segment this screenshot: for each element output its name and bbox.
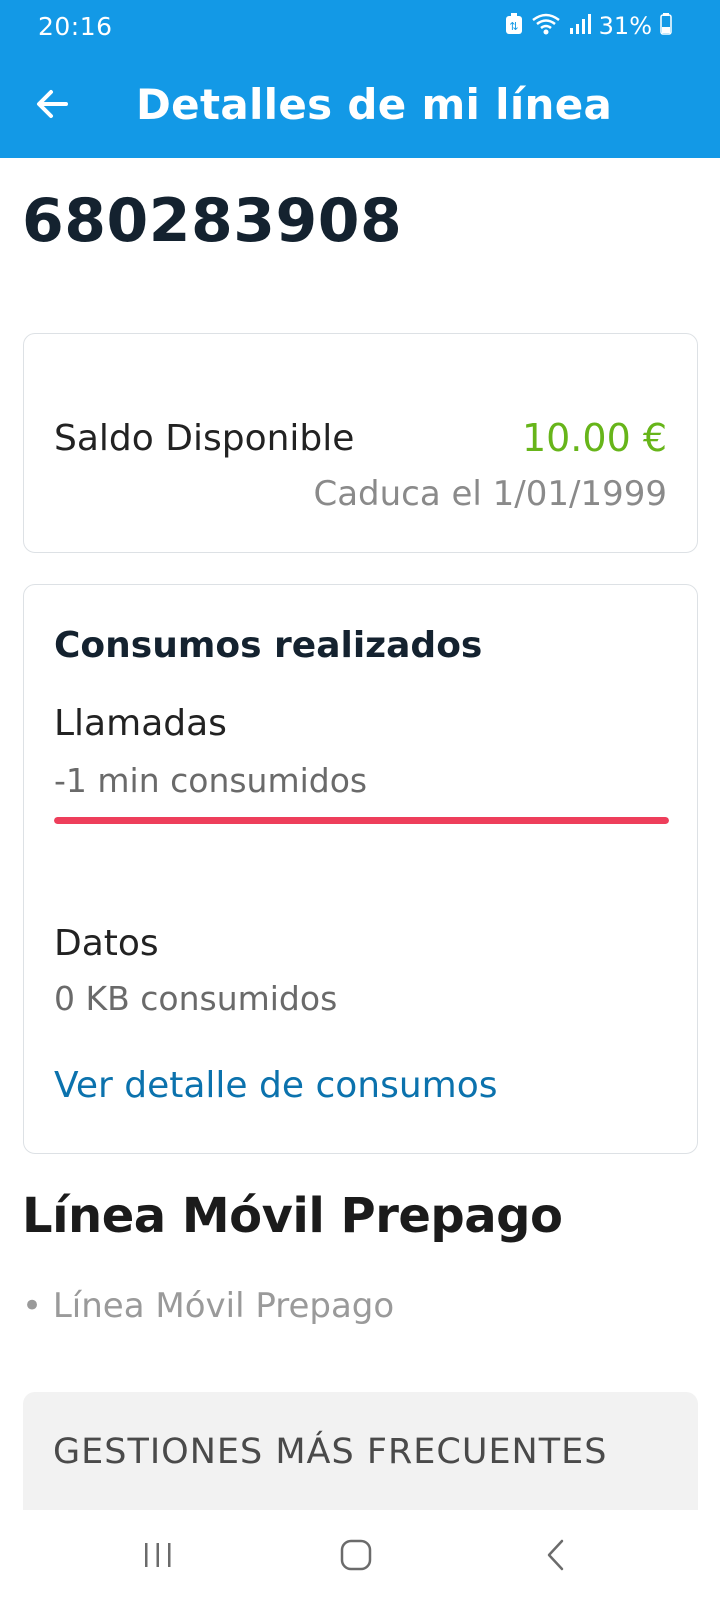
status-icons: ⇅ 31% bbox=[505, 11, 672, 41]
signal-icon bbox=[569, 13, 591, 39]
back-chevron-icon[interactable] bbox=[526, 1530, 586, 1580]
system-navigation-bar bbox=[0, 1510, 720, 1600]
recent-apps-icon[interactable] bbox=[128, 1530, 188, 1580]
frequent-actions-section[interactable]: GESTIONES MÁS FRECUENTES bbox=[23, 1392, 698, 1512]
status-time: 20:16 bbox=[38, 12, 113, 41]
status-bar: 20:16 ⇅ 31% bbox=[0, 0, 720, 54]
plan-title: Línea Móvil Prepago bbox=[22, 1188, 563, 1244]
calls-consumed-value: -1 min consumidos bbox=[54, 761, 368, 800]
frequent-actions-title: GESTIONES MÁS FRECUENTES bbox=[53, 1432, 608, 1472]
plan-list-item: • Línea Móvil Prepago bbox=[22, 1286, 395, 1326]
data-consumed-value: 0 KB consumidos bbox=[54, 979, 338, 1018]
wifi-icon bbox=[531, 12, 561, 40]
battery-icon bbox=[660, 13, 672, 39]
battery-percentage: 31% bbox=[598, 12, 652, 40]
page-title: Detalles de mi línea bbox=[136, 80, 613, 129]
data-label: Datos bbox=[54, 923, 159, 964]
svg-text:⇅: ⇅ bbox=[509, 20, 518, 33]
home-icon[interactable] bbox=[326, 1530, 386, 1580]
balance-expiry-date: Caduca el 1/01/1999 bbox=[313, 474, 667, 514]
usage-title: Consumos realizados bbox=[54, 625, 483, 666]
arrow-left-icon[interactable] bbox=[30, 82, 74, 126]
calls-label: Llamadas bbox=[54, 703, 227, 744]
calls-usage-bar bbox=[54, 817, 669, 824]
usage-card: Consumos realizados Llamadas -1 min cons… bbox=[23, 584, 698, 1154]
top-app-bar: 20:16 ⇅ 31% Detalles de mi línea bbox=[0, 0, 720, 158]
calls-usage-bar-fill bbox=[54, 817, 669, 824]
phone-line-number: 680283908 bbox=[22, 186, 403, 256]
data-saver-icon: ⇅ bbox=[505, 13, 523, 39]
balance-amount: 10.00 € bbox=[521, 416, 667, 460]
balance-card: Saldo Disponible 10.00 € Caduca el 1/01/… bbox=[23, 333, 698, 553]
balance-label: Saldo Disponible bbox=[54, 418, 355, 459]
view-usage-details-link[interactable]: Ver detalle de consumos bbox=[54, 1065, 498, 1106]
